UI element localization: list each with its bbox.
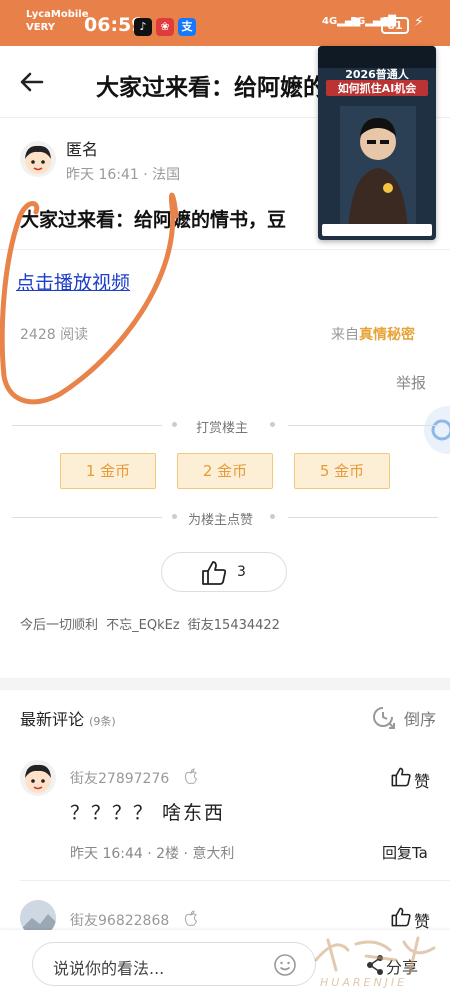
pip-subheadline: 如何抓住AI机会	[326, 80, 428, 96]
comment-username[interactable]: 街友27897276	[70, 768, 169, 788]
dot	[172, 422, 177, 427]
comment-input[interactable]: 说说你的看法...	[32, 942, 316, 986]
clock-sort-icon	[373, 707, 395, 729]
thumbs-up-icon	[202, 561, 227, 585]
sort-order-button[interactable]: 倒序	[370, 704, 440, 730]
pip-channel-bar	[318, 46, 436, 68]
comment-avatar[interactable]	[20, 760, 56, 796]
dot	[270, 514, 275, 519]
reward-2-coin-button[interactable]: 2 金币	[177, 453, 273, 489]
author-name[interactable]: 匿名	[66, 136, 98, 160]
carrier-sub: VERY	[26, 22, 55, 33]
battery-icon: 81	[381, 17, 409, 34]
dot	[270, 422, 275, 427]
side-float-button[interactable]	[424, 406, 450, 454]
comment-like-label: 赞	[414, 912, 431, 931]
watermark-text: HUARENJIE	[320, 976, 408, 989]
floating-video-player[interactable]: 2026普通人 如何抓住AI机会	[318, 46, 436, 240]
source-prefix: 来自	[331, 327, 359, 343]
reward-5-coin-button[interactable]: 5 金币	[294, 453, 390, 489]
dot	[172, 514, 177, 519]
comments-title-label: 最新评论	[20, 710, 85, 729]
section-line	[288, 425, 438, 426]
section-line	[12, 517, 162, 518]
apple-icon	[184, 768, 198, 784]
comments-title: 最新评论 (9条)	[20, 706, 116, 730]
status-bar: LycaMobile VERY 06:59 ♪ ❀ 支 4G▂▄▆ 5G▂▄▆█…	[0, 0, 450, 46]
comment-input-placeholder: 说说你的看法...	[53, 959, 165, 978]
carrier-label: LycaMobile VERY	[26, 8, 89, 34]
post-source: 来自真情秘密	[331, 324, 415, 344]
pip-ad-bar	[322, 224, 432, 236]
like-section-title: 为楼主点赞	[188, 513, 254, 528]
reward-section-title: 打赏楼主	[196, 421, 249, 436]
report-button[interactable]: 举报	[396, 372, 426, 393]
emoji-icon[interactable]	[273, 953, 297, 977]
cartoon-avatar-icon	[25, 145, 51, 174]
sort-label: 倒序	[404, 710, 437, 729]
reward-1-coin-button[interactable]: 1 金币	[60, 453, 156, 489]
comments-count: (9条)	[89, 715, 116, 728]
source-link[interactable]: 真情秘密	[359, 327, 415, 343]
section-gap	[0, 678, 450, 690]
app-notification-icon: ❀	[156, 18, 174, 36]
apple-icon	[184, 910, 198, 926]
site-watermark: HUARENJIE	[306, 930, 446, 994]
tiktok-icon: ♪	[134, 18, 152, 36]
section-line	[12, 425, 162, 426]
post-meta: 昨天 16:41 · 法国	[66, 167, 181, 183]
comment-like-button[interactable]: 赞	[390, 766, 440, 791]
avatar[interactable]	[20, 141, 56, 177]
reply-button[interactable]: 回复Ta	[382, 842, 428, 863]
comment-like-label: 赞	[414, 772, 431, 791]
orange-scribble-annotation	[0, 192, 179, 405]
side-float-icon	[431, 419, 450, 441]
section-line	[288, 517, 438, 518]
carrier-name: LycaMobile	[26, 9, 89, 20]
cartoon-avatar-icon	[25, 764, 51, 793]
liker-list[interactable]: 今后一切顺利 不忘_EQkEz 街友15434422	[20, 614, 280, 633]
comment-text: ？？？？ 啥东西	[70, 802, 226, 824]
divider	[20, 880, 450, 881]
alipay-icon: 支	[178, 18, 196, 36]
comment-like-button[interactable]: 赞	[390, 906, 440, 931]
back-button[interactable]	[16, 66, 48, 98]
page-title: 大家过来看：给阿嬷的情书，豆	[96, 75, 326, 101]
thumbs-up-icon	[391, 767, 411, 787]
presenter-image	[340, 106, 416, 236]
thumbs-up-icon	[391, 907, 411, 927]
charging-icon: ⚡	[414, 14, 424, 30]
like-post-button[interactable]: 3	[161, 552, 287, 592]
arrow-left-icon	[20, 72, 44, 92]
comment-username[interactable]: 街友96822868	[70, 910, 169, 930]
watermark-logo	[314, 936, 436, 974]
like-count: 3	[237, 564, 246, 580]
comment-meta: 昨天 16:44 · 2楼 · 意大利	[70, 846, 235, 862]
